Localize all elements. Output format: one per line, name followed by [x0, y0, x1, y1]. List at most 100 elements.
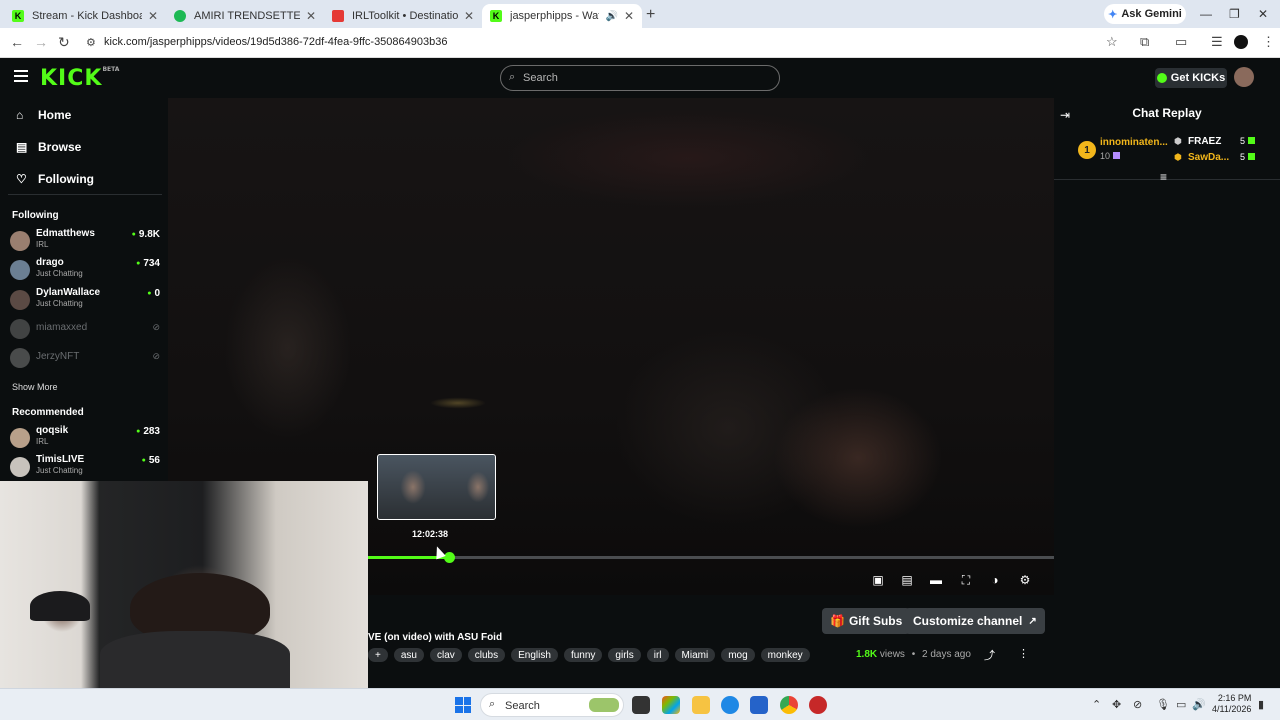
- clock-date: 4/11/2026: [1212, 704, 1252, 714]
- notifications-icon[interactable]: ▮: [1258, 698, 1264, 711]
- channel-item[interactable]: qoqsik IRL 283: [10, 425, 160, 451]
- fullscreen-icon[interactable]: ⛶: [958, 572, 974, 588]
- media-control-icon[interactable]: ☰: [1211, 34, 1223, 50]
- gifter-count: 5: [1240, 136, 1256, 146]
- badge-icon: ⬢: [1174, 152, 1182, 162]
- channel-item[interactable]: drago Just Chatting 734: [10, 257, 160, 283]
- top-gifter-count: 10: [1100, 151, 1121, 161]
- bookmark-star-icon[interactable]: ☆: [1106, 34, 1118, 50]
- heart-icon: ♡: [16, 172, 27, 186]
- tag[interactable]: girls: [608, 648, 641, 662]
- forward-icon[interactable]: →: [34, 34, 48, 50]
- cinema-icon[interactable]: ▬: [928, 572, 944, 588]
- task-view-icon[interactable]: [632, 696, 650, 714]
- top-gifter-name[interactable]: innominaten...: [1100, 137, 1168, 148]
- settings-icon[interactable]: ⚙: [1017, 572, 1033, 588]
- store-icon[interactable]: [750, 696, 768, 714]
- browser-tab[interactable]: IRLToolkit • Destinations ✕: [324, 4, 482, 28]
- tag[interactable]: English: [511, 648, 558, 662]
- kick-logo[interactable]: KICKBETA: [40, 66, 119, 91]
- cast-icon[interactable]: ▭: [1175, 34, 1187, 50]
- close-tab-icon[interactable]: ✕: [624, 9, 634, 23]
- tag[interactable]: clubs: [467, 648, 506, 662]
- seek-bar[interactable]: [368, 552, 1054, 563]
- webcam-person-body: [100, 631, 290, 688]
- avatar: [10, 457, 30, 477]
- speed-icon[interactable]: ◑: [987, 572, 1003, 588]
- ask-gemini-button[interactable]: ✦ Ask Gemini: [1104, 4, 1186, 24]
- kick-header: KICKBETA ⌕ Get KICKs: [0, 58, 1280, 98]
- app-icon[interactable]: [809, 696, 827, 714]
- more-options-icon[interactable]: ⋮: [1018, 647, 1029, 660]
- theater-icon[interactable]: ▤: [899, 572, 915, 588]
- channel-item[interactable]: DylanWallace Just Chatting 0: [10, 287, 160, 313]
- channel-item-offline[interactable]: miamaxxed ⊘: [10, 316, 160, 342]
- taskbar-clock[interactable]: 2:16 PM 4/11/2026: [1212, 693, 1251, 715]
- channel-name: JerzyNFT: [36, 351, 80, 362]
- tag[interactable]: funny: [563, 648, 603, 662]
- stream-title: VE (on video) with ASU Foid: [368, 632, 503, 643]
- tag[interactable]: irl: [646, 648, 669, 662]
- extensions-icon[interactable]: ⧉: [1140, 34, 1149, 50]
- channel-name: miamaxxed: [36, 322, 88, 333]
- sidebar-item-browse[interactable]: ▤ Browse: [16, 140, 81, 154]
- taskbar-search[interactable]: ⌕ Search: [480, 693, 624, 717]
- url-field[interactable]: kick.com/jasperphipps/videos/19d5d386-72…: [104, 36, 447, 48]
- channel-item[interactable]: TimisLIVE Just Chatting 56: [10, 454, 160, 480]
- edge-icon[interactable]: [721, 696, 739, 714]
- browser-tab[interactable]: K Stream - Kick Dashboard ✕: [4, 4, 166, 28]
- browser-tab-active[interactable]: K jasperphipps - Watch the V 🔊 ✕: [482, 4, 642, 28]
- close-tab-icon[interactable]: ✕: [306, 9, 316, 23]
- channel-category: Just Chatting: [36, 269, 83, 278]
- maximize-icon[interactable]: ❐: [1229, 7, 1240, 21]
- gifter-name[interactable]: FRAEZ: [1188, 136, 1221, 147]
- close-tab-icon[interactable]: ✕: [148, 9, 158, 23]
- network-icon[interactable]: ▭: [1176, 698, 1186, 711]
- chrome-icon[interactable]: [780, 696, 798, 714]
- customize-channel-button[interactable]: Customize channel ↗: [905, 608, 1045, 634]
- close-tab-icon[interactable]: ✕: [464, 9, 474, 23]
- hamburger-menu-icon[interactable]: [14, 70, 28, 82]
- browser-tab[interactable]: AMIRI TRENDSETTER • Rich Am ✕: [166, 4, 324, 28]
- profile-avatar-icon[interactable]: [1234, 35, 1248, 49]
- tag[interactable]: Miami: [674, 648, 716, 662]
- show-more-link[interactable]: Show More: [12, 382, 58, 392]
- copilot-icon[interactable]: [662, 696, 680, 714]
- microphone-icon[interactable]: 🎙: [1156, 698, 1170, 711]
- tray-sync-icon[interactable]: ⊘: [1133, 698, 1142, 711]
- channel-item-offline[interactable]: JerzyNFT ⊘: [10, 345, 160, 371]
- gift-subs-button[interactable]: 🎁 Gift Subs: [822, 608, 911, 634]
- new-tab-icon[interactable]: +: [646, 6, 655, 24]
- audio-icon[interactable]: 🔊: [605, 11, 617, 22]
- volume-icon[interactable]: 🔊: [1192, 698, 1206, 711]
- avatar: [10, 348, 30, 368]
- reload-icon[interactable]: ↻: [58, 34, 70, 51]
- expand-leaderboard-icon[interactable]: ≡: [1160, 170, 1167, 184]
- channel-item[interactable]: Edmatthews IRL 9.8K: [10, 228, 160, 254]
- sidebar-item-following[interactable]: ♡ Following: [16, 172, 94, 186]
- tag[interactable]: mog: [721, 648, 755, 662]
- search-box[interactable]: ⌕: [500, 65, 780, 91]
- minimize-icon[interactable]: —: [1200, 7, 1212, 21]
- sidebar-item-home[interactable]: ⌂ Home: [16, 108, 71, 122]
- tray-app-icon[interactable]: ✥: [1112, 698, 1121, 711]
- tag[interactable]: +: [368, 648, 388, 662]
- webcam-overlay: [0, 481, 368, 688]
- close-window-icon[interactable]: ✕: [1258, 7, 1268, 21]
- gifter-name[interactable]: SawDa...: [1188, 152, 1229, 163]
- show-hidden-icons-icon[interactable]: ⌃: [1092, 698, 1101, 711]
- site-info-icon[interactable]: ⚙: [86, 36, 96, 49]
- get-kicks-button[interactable]: Get KICKs: [1155, 68, 1227, 88]
- tag[interactable]: asu: [393, 648, 424, 662]
- search-input[interactable]: [523, 70, 763, 86]
- back-icon[interactable]: ←: [10, 34, 24, 50]
- miniplayer-icon[interactable]: ▣: [870, 572, 886, 588]
- tag[interactable]: monkey: [760, 648, 810, 662]
- windows-start-icon[interactable]: [455, 697, 471, 713]
- tag[interactable]: clav: [429, 648, 462, 662]
- menu-kebab-icon[interactable]: ⋮: [1262, 34, 1275, 50]
- user-avatar[interactable]: [1234, 67, 1254, 87]
- file-explorer-icon[interactable]: [692, 696, 710, 714]
- views-count: 1.8K: [856, 649, 878, 660]
- share-icon[interactable]: ⤴: [984, 647, 995, 663]
